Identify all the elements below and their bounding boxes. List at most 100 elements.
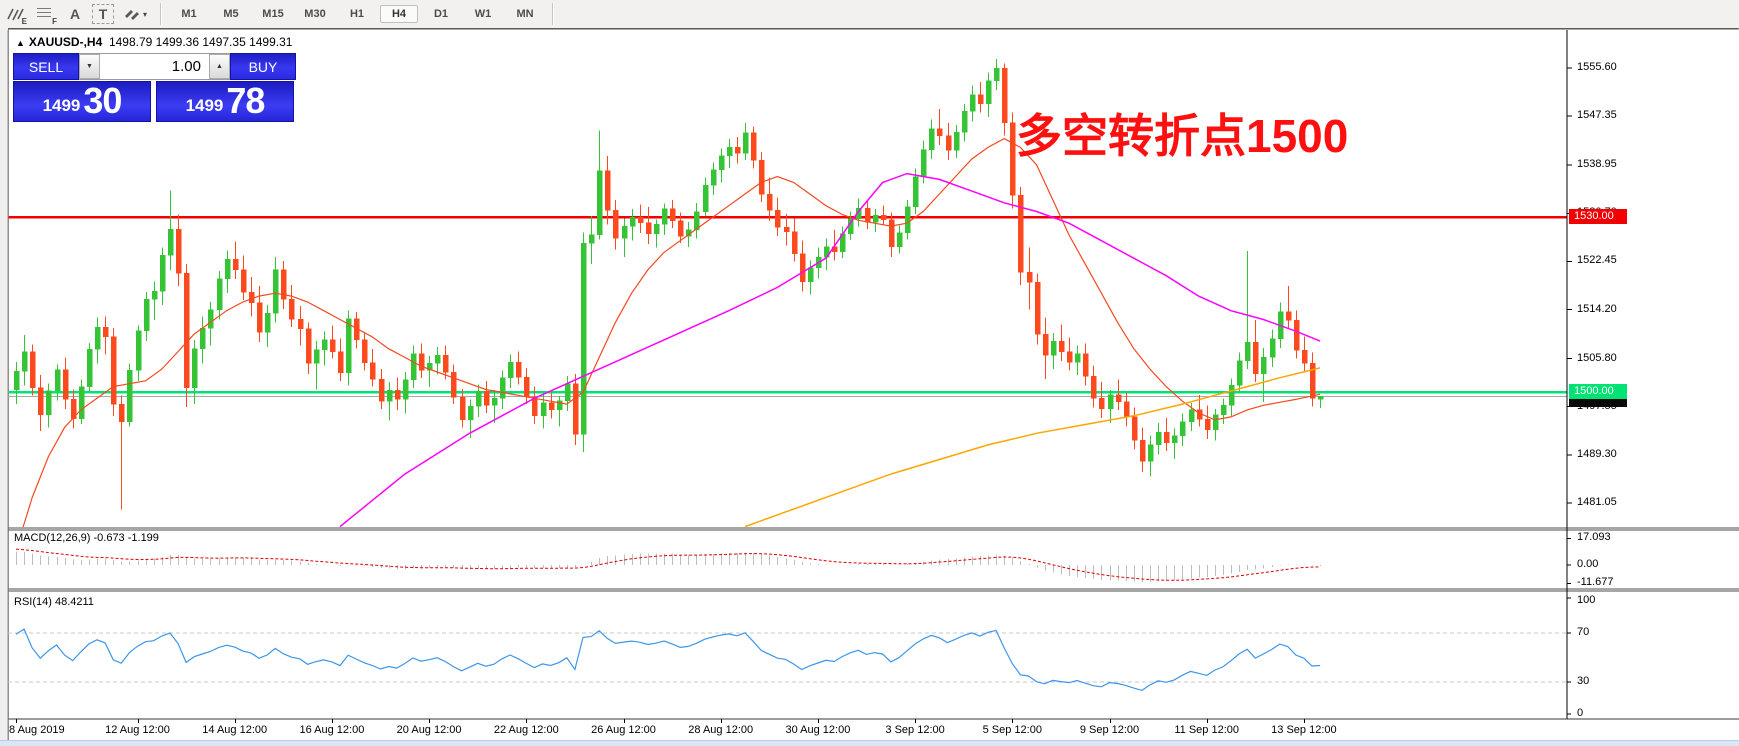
candle [1116, 395, 1121, 402]
price-tick-label: 1505.80 [1577, 352, 1617, 364]
candle [508, 362, 513, 378]
candle [176, 229, 181, 273]
buy-price-small: 1499 [186, 93, 224, 119]
candle [978, 95, 983, 104]
candle [273, 270, 278, 313]
lot-decrease-button[interactable]: ▼ [79, 54, 100, 79]
macd-scale-label: 0.00 [1577, 558, 1598, 570]
candle [451, 372, 456, 397]
candle [646, 223, 651, 234]
candle [1099, 398, 1104, 409]
candle [549, 403, 554, 410]
candle [403, 380, 408, 400]
date-tick-label: 14 Aug 12:00 [202, 724, 267, 736]
date-tick-label: 9 Sep 12:00 [1080, 724, 1139, 736]
candle [630, 217, 635, 226]
candle [1067, 352, 1072, 363]
mt4-window: E F A T ▾ M1M5M15M30H1H4D1W1MN ▲XAUUSD-, [0, 0, 1739, 746]
candle [217, 279, 222, 310]
candle [249, 292, 254, 303]
expander-triangle-icon[interactable]: ▲ [16, 38, 25, 48]
sell-price-quote[interactable]: 1499 30 [13, 81, 151, 122]
rsi-scale-label: 100 [1577, 594, 1595, 606]
candle [225, 259, 230, 278]
candle [889, 220, 894, 247]
candle [605, 171, 610, 211]
candle [670, 209, 675, 221]
macd-panel[interactable] [16, 549, 1321, 582]
rsi-panel[interactable] [8, 629, 1567, 690]
candle [1245, 342, 1250, 361]
candle [719, 156, 724, 170]
candle [1091, 376, 1096, 398]
lot-size-input[interactable] [100, 54, 209, 79]
candle [1318, 396, 1323, 399]
sell-button[interactable]: SELL [13, 53, 79, 80]
date-tick-label: 30 Aug 12:00 [785, 724, 850, 736]
candle [314, 350, 319, 363]
candle [395, 390, 400, 399]
candle [1108, 395, 1113, 409]
candle [1294, 320, 1299, 350]
candle [362, 340, 367, 363]
candle [735, 147, 740, 153]
date-tick-label: 13 Sep 12:00 [1271, 724, 1336, 736]
candle [581, 243, 586, 434]
candle [565, 384, 570, 401]
candle [881, 215, 886, 220]
candle [994, 68, 999, 81]
candle [1270, 339, 1275, 358]
one-click-trading-panel: SELL ▼ ▲ BUY 1499 30 1499 78 [13, 53, 296, 122]
price-tick-label: 1555.60 [1577, 61, 1617, 73]
price-tick-label: 1538.95 [1577, 158, 1617, 170]
candle [516, 362, 521, 377]
ma-mid-line [340, 174, 1320, 527]
buy-price-quote[interactable]: 1499 78 [156, 81, 294, 122]
price-tick-label: 1547.35 [1577, 109, 1617, 121]
candle [46, 391, 51, 415]
candle [1148, 445, 1153, 461]
candle [784, 227, 789, 232]
candle [443, 355, 448, 372]
candle [492, 398, 497, 405]
candle [346, 319, 351, 373]
candle [152, 291, 157, 299]
candle [435, 355, 440, 363]
price-tick-label: 1497.55 [1577, 400, 1617, 412]
chart-annotation-text[interactable]: 多空转折点1500 [1016, 100, 1348, 166]
candle [127, 370, 132, 421]
candle [792, 232, 797, 254]
candle [1164, 432, 1169, 443]
price-tick-label: 1522.45 [1577, 254, 1617, 266]
candle [638, 217, 643, 222]
candle [1189, 410, 1194, 422]
date-tick-label: 22 Aug 12:00 [494, 724, 559, 736]
candle [1075, 354, 1080, 362]
date-tick-label: 11 Sep 12:00 [1174, 724, 1239, 736]
candle [962, 111, 967, 132]
candle [759, 160, 764, 194]
price-tick-label: 1489.30 [1577, 448, 1617, 460]
support-price-tag: 1500.00 [1569, 384, 1627, 399]
macd-label: MACD(12,26,9) -0.673 -1.199 [14, 532, 159, 544]
candle [1124, 402, 1129, 417]
candle [1083, 354, 1088, 376]
candle [1051, 341, 1056, 355]
symbol-name: XAUUSD-,H4 [29, 35, 102, 49]
symbol-readout: ▲XAUUSD-,H4 1498.79 1499.36 1497.35 1499… [16, 35, 292, 49]
sell-price-small: 1499 [43, 93, 81, 119]
candle [468, 406, 473, 419]
candle [379, 379, 384, 401]
candle [1286, 312, 1291, 320]
macd-scale-label: 17.093 [1577, 531, 1611, 543]
candle [1035, 282, 1040, 334]
candle [921, 150, 926, 177]
candle [476, 391, 481, 406]
buy-button[interactable]: BUY [230, 53, 296, 80]
candle [662, 209, 667, 225]
candle [1261, 357, 1266, 373]
lot-increase-button[interactable]: ▲ [209, 54, 230, 79]
ma-fast-line [16, 139, 1320, 550]
candle [913, 177, 918, 207]
candle [1302, 350, 1307, 363]
